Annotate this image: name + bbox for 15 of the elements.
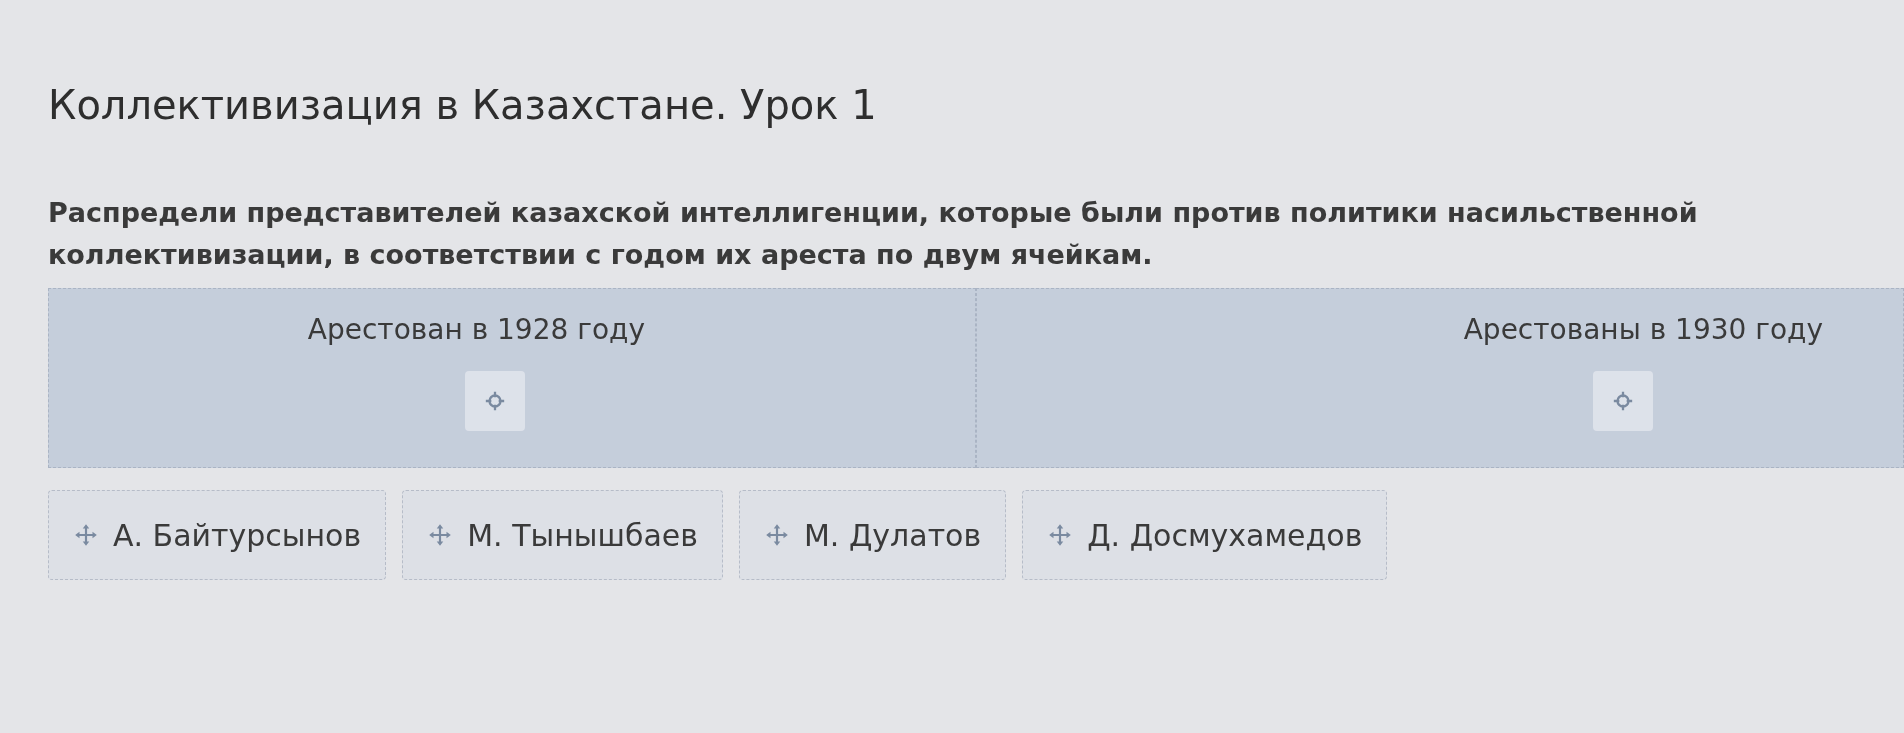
question-text: Распредели представителей казахской интеллигенции, которые были против политики насильственной коллективизации, в соответствии с годом их ареста по двум ячейкам. <box>48 196 1699 272</box>
draggable-item[interactable]: М. Тынышбаев <box>402 490 723 580</box>
draggable-item[interactable]: Д. Досмухамедов <box>1022 490 1388 580</box>
zone-label: Арестован в 1928 году <box>307 312 645 348</box>
drop-zone[interactable]: Арестованы в 1930 году <box>976 288 1904 468</box>
draggable-item[interactable]: А. Байтурсынов <box>48 490 387 580</box>
move-icon <box>73 522 99 548</box>
draggable-item[interactable]: М. Дулатов <box>738 490 1007 580</box>
drop-target[interactable] <box>465 371 525 431</box>
drop-target[interactable] <box>1593 371 1653 431</box>
zone-label: Арестованы в 1930 году <box>1463 312 1823 348</box>
crosshair-icon <box>1612 390 1634 412</box>
page-title: Коллективизация в Казахстане. Урок 1 <box>48 81 878 130</box>
drop-zone[interactable]: Арестован в 1928 году <box>48 288 976 468</box>
crosshair-icon <box>484 390 506 412</box>
